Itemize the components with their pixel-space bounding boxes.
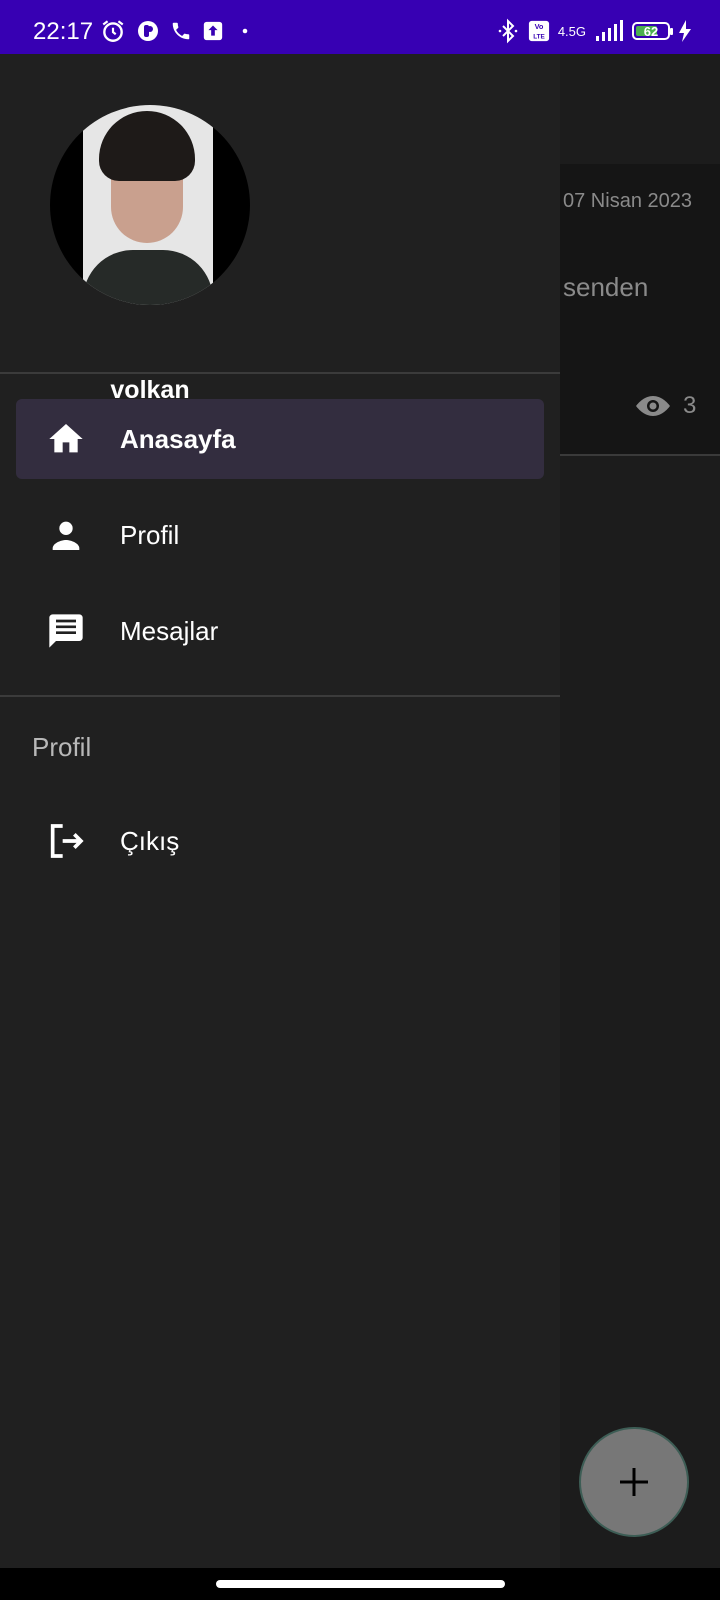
post-views: 3	[635, 392, 696, 420]
add-post-button[interactable]	[579, 1427, 689, 1537]
system-nav-bar	[0, 1568, 720, 1600]
avatar[interactable]	[50, 105, 250, 305]
upload-icon	[203, 21, 223, 41]
logout-icon	[50, 824, 84, 858]
nav-item-anasayfa[interactable]: Anasayfa	[16, 399, 544, 479]
section-title: Profil	[32, 732, 92, 762]
alarm-icon	[102, 20, 124, 42]
status-bar: 22:17 Vo LTE 4.5G 62	[0, 0, 720, 54]
battery-icon: 62	[632, 22, 673, 40]
views-count: 3	[683, 392, 697, 419]
nav-label: Anasayfa	[120, 423, 236, 454]
status-time: 22:17	[33, 18, 94, 45]
bluetooth-icon	[498, 18, 518, 44]
battery-level: 62	[643, 23, 659, 39]
status-right-icons: Vo LTE 4.5G 62	[496, 18, 692, 44]
navigation-drawer: volkan Anasayfa Profil Mesajlar Profil Ç…	[0, 54, 560, 1568]
phone-icon	[172, 22, 190, 40]
eye-icon	[636, 396, 670, 416]
nav-label: Profil	[120, 519, 180, 550]
nav-label: Çıkış	[120, 825, 180, 856]
avatar-photo	[83, 105, 213, 305]
network-type: 4.5G	[557, 23, 586, 39]
nav-label: Mesajlar	[120, 615, 219, 646]
charging-icon	[679, 20, 691, 42]
volte-icon: Vo LTE	[528, 20, 549, 42]
post-date: 07 Nisan 2023	[563, 190, 692, 212]
signal-icon	[596, 20, 623, 41]
app-icon	[138, 21, 158, 41]
status-left-icons	[100, 18, 256, 44]
post-text: senden	[563, 272, 649, 302]
nav-item-profil[interactable]: Profil	[16, 495, 544, 575]
svg-text:Vo: Vo	[534, 22, 543, 31]
person-icon	[52, 521, 80, 550]
nav-item-mesajlar[interactable]: Mesajlar	[16, 591, 544, 671]
svg-text:LTE: LTE	[533, 33, 545, 40]
plus-icon	[620, 1468, 648, 1496]
home-indicator[interactable]	[216, 1580, 505, 1588]
message-icon	[49, 614, 83, 648]
nav-item-cikis[interactable]: Çıkış	[16, 801, 544, 881]
home-icon	[49, 424, 83, 453]
divider	[0, 372, 560, 374]
dot-icon	[242, 28, 248, 34]
divider	[0, 695, 560, 697]
